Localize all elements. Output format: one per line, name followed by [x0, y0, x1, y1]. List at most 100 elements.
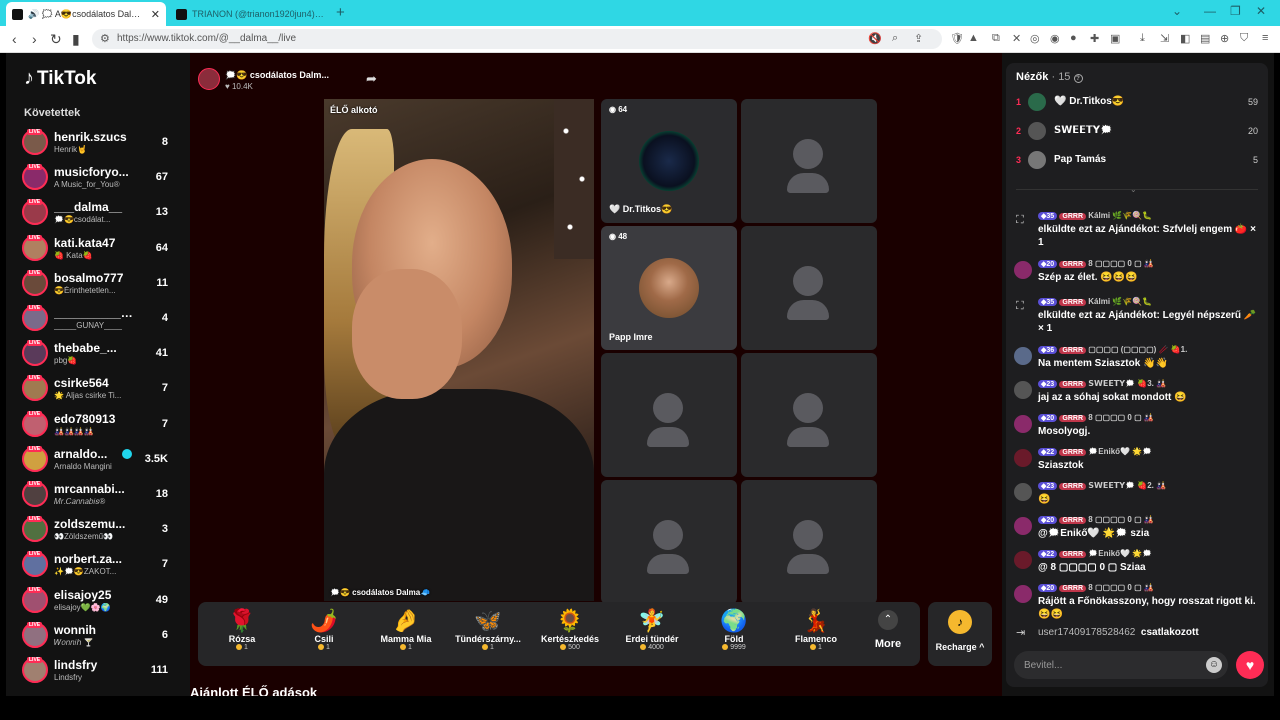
avatar[interactable]: LIVE: [22, 199, 48, 226]
message-username[interactable]: ▢▢▢▢ (▢▢▢▢) 🥢 🍓1.: [1088, 345, 1187, 354]
avatar[interactable]: LIVE: [22, 586, 48, 613]
share-page-icon[interactable]: ⇪: [914, 32, 923, 45]
message-username[interactable]: 𝗦𝗪𝗘𝗘𝗧𝗬🗯️ 🍓2. 🎎: [1088, 481, 1166, 490]
empty-guest-slot[interactable]: [741, 480, 877, 604]
following-item[interactable]: LIVE wonnih 𝑊𝑜𝑛𝑛𝑖𝘩 🍸 6: [22, 620, 168, 653]
following-item[interactable]: LIVE arnaldo... Arnaldo Mangini 3.5K: [22, 444, 168, 477]
message-username[interactable]: 8 ▢▢▢▢ 0 ▢ 🎎: [1088, 515, 1154, 524]
gift-item[interactable]: 💃 Flamenco 1: [776, 608, 856, 664]
bookmark-icon[interactable]: ▮: [72, 31, 80, 48]
extension-icon[interactable]: ◎: [1030, 32, 1040, 45]
chat-input[interactable]: [1024, 657, 1194, 673]
avatar[interactable]: LIVE: [22, 164, 48, 191]
mute-icon[interactable]: 🔇: [868, 32, 882, 45]
avatar[interactable]: LIVE: [22, 657, 48, 683]
following-item[interactable]: LIVE bosalmo777 😎Érinthetetlen... 11: [22, 268, 168, 301]
guest-tile[interactable]: ◉ 48 Papp Imre: [601, 226, 737, 350]
new-tab-icon[interactable]: +: [336, 4, 345, 21]
gift-item[interactable]: 🌶️ Csili 1: [284, 608, 364, 664]
gift-item[interactable]: 🌍 Föld 9999: [694, 608, 774, 664]
avatar[interactable]: LIVE: [22, 234, 48, 261]
avatar[interactable]: [1014, 483, 1032, 501]
url-field[interactable]: ⚙ https://www.tiktok.com/@__dalma__/live…: [92, 29, 942, 49]
message-username[interactable]: 8 ▢▢▢▢ 0 ▢ 🎎: [1088, 259, 1154, 268]
empty-guest-slot[interactable]: [741, 226, 877, 350]
avatar[interactable]: LIVE: [22, 551, 48, 578]
avatar[interactable]: LIVE: [22, 129, 48, 155]
extension-icon[interactable]: ✕: [1012, 32, 1021, 45]
message-username[interactable]: Kálmi 🌿🌾🍭🐛: [1088, 211, 1152, 220]
restore-icon[interactable]: ❐: [1230, 4, 1241, 18]
avatar[interactable]: [1014, 381, 1032, 399]
following-item[interactable]: LIVE elisajoy25 elisajoy💚🌸🌍 49: [22, 585, 168, 618]
viewers-title[interactable]: Nézők · 15 ?: [1016, 71, 1083, 83]
like-heart-button[interactable]: ♥: [1236, 651, 1264, 679]
top-viewer-row[interactable]: 2 𝗦𝗪𝗘𝗘𝗧𝗬🗯️ 20: [1016, 120, 1258, 144]
avatar[interactable]: [1014, 261, 1032, 279]
guest-tile[interactable]: ◉ 64 🤍 Dr.Titkos😎: [601, 99, 737, 223]
gift-item[interactable]: 🌻 Kertészkedés 500: [530, 608, 610, 664]
avatar[interactable]: LIVE: [22, 516, 48, 543]
more-gifts-button[interactable]: ⌃ More: [864, 610, 912, 650]
info-icon[interactable]: ?: [1073, 74, 1083, 83]
message-username[interactable]: 𝗦𝗪𝗘𝗘𝗧𝗬🗯️ 🍓3. 🎎: [1088, 379, 1166, 388]
avatar[interactable]: LIVE: [22, 269, 48, 296]
message-username[interactable]: 🗯️Enikő🤍 🌟🗯️: [1088, 549, 1152, 558]
avatar[interactable]: LIVE: [22, 481, 48, 507]
close-window-icon[interactable]: ✕: [1256, 4, 1266, 18]
translate-icon[interactable]: ⧉: [992, 32, 1000, 45]
following-item[interactable]: LIVE csirke564 🌟 Aljas csirke Ti... 7: [22, 373, 168, 406]
tab-search-icon[interactable]: ▣: [1110, 32, 1120, 45]
avatar[interactable]: LIVE: [22, 305, 48, 331]
avatar[interactable]: [1014, 585, 1032, 603]
forward-icon[interactable]: ›: [32, 31, 37, 47]
following-item[interactable]: LIVE edo780913 🎎🎎🎎🎎 7: [22, 409, 168, 442]
message-username[interactable]: Kálmi 🌿🌾🍭🐛: [1088, 297, 1152, 306]
top-viewer-row[interactable]: 3 Pap Tamás 5: [1016, 149, 1258, 173]
extension-icon[interactable]: ◉: [1050, 32, 1060, 45]
following-item[interactable]: LIVE lindsfry Lindsfry 111: [22, 655, 168, 688]
empty-guest-slot[interactable]: [741, 99, 877, 223]
emoji-icon[interactable]: ☺: [1206, 657, 1222, 673]
warning-icon[interactable]: ▲: [968, 32, 979, 44]
following-item[interactable]: LIVE henrik.szucs Henrik🤘 8: [22, 127, 168, 160]
avatar[interactable]: LIVE: [22, 340, 48, 367]
recharge-button[interactable]: ♪ Recharge ^: [928, 602, 992, 666]
chevron-down-icon[interactable]: ⌄: [1130, 185, 1137, 194]
download-icon[interactable]: ⤓: [1140, 32, 1145, 45]
avatar[interactable]: [1014, 551, 1032, 569]
extension-icon[interactable]: ●: [1070, 32, 1077, 44]
avatar[interactable]: LIVE: [22, 621, 48, 648]
avatar[interactable]: LIVE: [22, 410, 48, 437]
chevron-down-icon[interactable]: ⌄: [1172, 4, 1182, 18]
gift-item[interactable]: 🤌 Mamma Mia 1: [366, 608, 446, 664]
avatar[interactable]: [1014, 347, 1032, 365]
top-viewer-row[interactable]: 1 🤍 Dr.Titkos😎 59: [1016, 91, 1258, 115]
tab-active[interactable]: 🔊 🗯️ A😎csodálatos Dalma🧢 ✕: [6, 2, 166, 26]
close-icon[interactable]: ✕: [151, 8, 160, 21]
gift-item[interactable]: 🌹 Rózsa 1: [202, 608, 282, 664]
gift-item[interactable]: 🧚 Erdei tündér 4000: [612, 608, 692, 664]
gift-item[interactable]: 🦋 Tündérszárny... 1: [448, 608, 528, 664]
empty-guest-slot[interactable]: [601, 353, 737, 477]
tiktok-logo[interactable]: ♪ TikTok: [24, 67, 96, 90]
site-settings-icon[interactable]: ⚙: [100, 32, 110, 45]
message-username[interactable]: 🗯️Enikő🤍 🌟🗯️: [1088, 447, 1152, 456]
minimize-icon[interactable]: —: [1204, 4, 1216, 18]
following-item[interactable]: LIVE mrcannabi... 𝑀𝑟.𝐶𝑎𝑛𝑛𝑎𝑏𝑖𝑠® 18: [22, 479, 168, 512]
main-video[interactable]: ÉLŐ alkotó 🗯️😎 csodálatos Dalma🧢: [324, 99, 594, 601]
collections-icon[interactable]: ⊕: [1220, 32, 1229, 45]
empty-guest-slot[interactable]: [741, 353, 877, 477]
back-icon[interactable]: ‹: [12, 31, 17, 47]
share-icon[interactable]: ➦: [366, 71, 377, 87]
avatar[interactable]: [1014, 517, 1032, 535]
puzzle-icon[interactable]: ✚: [1090, 32, 1099, 45]
security-icon[interactable]: ⛉: [1240, 32, 1248, 45]
avatar[interactable]: LIVE: [22, 375, 48, 402]
wallet-icon[interactable]: ▤: [1200, 32, 1210, 45]
zoom-icon[interactable]: ⌕: [892, 32, 898, 45]
tab-inactive[interactable]: TRIANON (@trianon1920jun4) Ét: [170, 2, 330, 26]
reload-icon[interactable]: ↻: [50, 31, 62, 48]
message-username[interactable]: 8 ▢▢▢▢ 0 ▢ 🎎: [1088, 583, 1154, 592]
following-item[interactable]: LIVE thebabe_... pbg🍓 41: [22, 338, 168, 371]
